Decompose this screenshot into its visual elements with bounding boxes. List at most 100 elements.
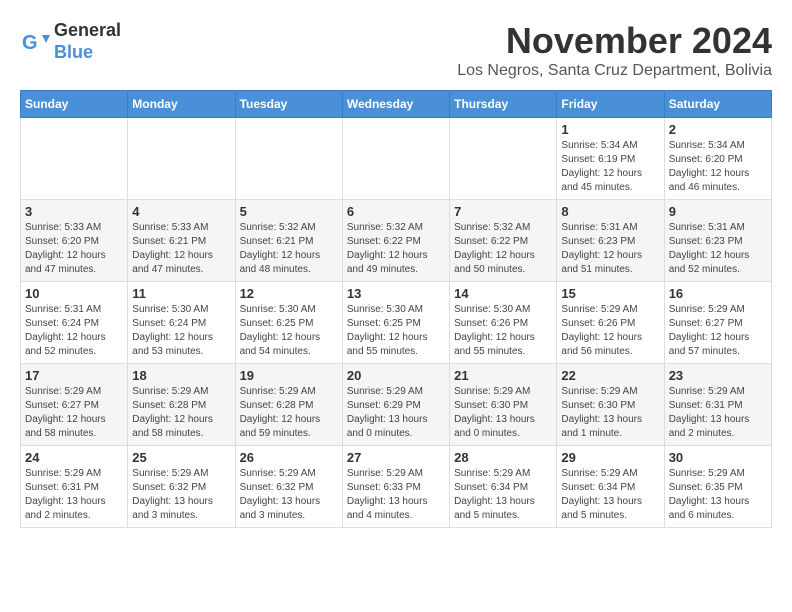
day-number: 25 <box>132 450 230 465</box>
day-number: 17 <box>25 368 123 383</box>
calendar-cell: 13 Sunrise: 5:30 AM Sunset: 6:25 PM Dayli… <box>342 282 449 364</box>
weekday-tuesday: Tuesday <box>235 91 342 118</box>
calendar-cell: 14 Sunrise: 5:30 AM Sunset: 6:26 PM Dayli… <box>450 282 557 364</box>
title-section: November 2024 Los Negros, Santa Cruz Dep… <box>457 20 772 80</box>
day-number: 8 <box>561 204 659 219</box>
calendar-cell: 6Sunrise: 5:32 AM Sunset: 6:22 PM Daylig… <box>342 200 449 282</box>
day-number: 2 <box>669 122 767 137</box>
weekday-sunday: Sunday <box>21 91 128 118</box>
day-number: 16 <box>669 286 767 301</box>
calendar-cell <box>342 118 449 200</box>
calendar-cell: 19Sunrise: 5:29 AM Sunset: 6:28 PM Dayli… <box>235 364 342 446</box>
calendar-cell <box>450 118 557 200</box>
day-info: Sunrise: 5:34 AM Sunset: 6:19 PM Dayligh… <box>561 139 659 195</box>
day-number: 5 <box>240 204 338 219</box>
day-info: Sunrise: 5:33 AM Sunset: 6:21 PM Dayligh… <box>132 221 230 277</box>
day-number: 7 <box>454 204 552 219</box>
calendar-cell: 22Sunrise: 5:29 AM Sunset: 6:30 PM Dayli… <box>557 364 664 446</box>
day-info: Sunrise: 5:31 AM Sunset: 6:24 PM Dayligh… <box>25 303 123 359</box>
day-info: Sunrise: 5:29 AM Sunset: 6:26 PM Dayligh… <box>561 303 659 359</box>
day-number: 20 <box>347 368 445 383</box>
day-info: Sunrise: 5:32 AM Sunset: 6:22 PM Dayligh… <box>454 221 552 277</box>
day-info: Sunrise: 5:29 AM Sunset: 6:34 PM Dayligh… <box>454 467 552 523</box>
calendar-cell: 21 Sunrise: 5:29 AM Sunset: 6:30 PM Dayli… <box>450 364 557 446</box>
calendar-cell: 8 Sunrise: 5:31 AM Sunset: 6:23 PM Daylig… <box>557 200 664 282</box>
calendar-cell: 10 Sunrise: 5:31 AM Sunset: 6:24 PM Dayli… <box>21 282 128 364</box>
calendar-body: 1 Sunrise: 5:34 AM Sunset: 6:19 PM Daylig… <box>21 118 772 528</box>
day-info: Sunrise: 5:29 AM Sunset: 6:31 PM Dayligh… <box>25 467 123 523</box>
calendar-week-1: 3Sunrise: 5:33 AM Sunset: 6:20 PM Daylig… <box>21 200 772 282</box>
day-number: 6 <box>347 204 445 219</box>
calendar-table: SundayMondayTuesdayWednesdayThursdayFrid… <box>20 90 772 528</box>
calendar-cell: 30Sunrise: 5:29 AM Sunset: 6:35 PM Dayli… <box>664 446 771 528</box>
day-info: Sunrise: 5:29 AM Sunset: 6:27 PM Dayligh… <box>669 303 767 359</box>
day-number: 14 <box>454 286 552 301</box>
calendar-cell: 12Sunrise: 5:30 AM Sunset: 6:25 PM Dayli… <box>235 282 342 364</box>
day-info: Sunrise: 5:31 AM Sunset: 6:23 PM Dayligh… <box>561 221 659 277</box>
weekday-monday: Monday <box>128 91 235 118</box>
calendar-cell <box>235 118 342 200</box>
calendar-week-3: 17 Sunrise: 5:29 AM Sunset: 6:27 PM Dayli… <box>21 364 772 446</box>
month-title: November 2024 <box>457 20 772 62</box>
logo-text: General Blue <box>54 20 121 63</box>
day-info: Sunrise: 5:30 AM Sunset: 6:24 PM Dayligh… <box>132 303 230 359</box>
calendar-week-0: 1 Sunrise: 5:34 AM Sunset: 6:19 PM Daylig… <box>21 118 772 200</box>
calendar-cell: 9 Sunrise: 5:31 AM Sunset: 6:23 PM Daylig… <box>664 200 771 282</box>
weekday-saturday: Saturday <box>664 91 771 118</box>
calendar-cell: 7 Sunrise: 5:32 AM Sunset: 6:22 PM Daylig… <box>450 200 557 282</box>
weekday-header-row: SundayMondayTuesdayWednesdayThursdayFrid… <box>21 91 772 118</box>
calendar-cell: 25Sunrise: 5:29 AM Sunset: 6:32 PM Dayli… <box>128 446 235 528</box>
day-info: Sunrise: 5:29 AM Sunset: 6:32 PM Dayligh… <box>240 467 338 523</box>
calendar-cell: 1 Sunrise: 5:34 AM Sunset: 6:19 PM Daylig… <box>557 118 664 200</box>
day-number: 15 <box>561 286 659 301</box>
calendar-cell: 2 Sunrise: 5:34 AM Sunset: 6:20 PM Daylig… <box>664 118 771 200</box>
logo-line2: Blue <box>54 42 93 62</box>
calendar-cell: 23 Sunrise: 5:29 AM Sunset: 6:31 PM Dayli… <box>664 364 771 446</box>
day-info: Sunrise: 5:29 AM Sunset: 6:33 PM Dayligh… <box>347 467 445 523</box>
calendar-cell: 28 Sunrise: 5:29 AM Sunset: 6:34 PM Dayli… <box>450 446 557 528</box>
calendar-cell <box>21 118 128 200</box>
location-title: Los Negros, Santa Cruz Department, Boliv… <box>457 62 772 80</box>
weekday-friday: Friday <box>557 91 664 118</box>
calendar-cell: 27Sunrise: 5:29 AM Sunset: 6:33 PM Dayli… <box>342 446 449 528</box>
day-info: Sunrise: 5:30 AM Sunset: 6:25 PM Dayligh… <box>240 303 338 359</box>
day-number: 1 <box>561 122 659 137</box>
day-info: Sunrise: 5:29 AM Sunset: 6:28 PM Dayligh… <box>132 385 230 441</box>
day-info: Sunrise: 5:30 AM Sunset: 6:25 PM Dayligh… <box>347 303 445 359</box>
day-info: Sunrise: 5:30 AM Sunset: 6:26 PM Dayligh… <box>454 303 552 359</box>
day-number: 11 <box>132 286 230 301</box>
day-number: 30 <box>669 450 767 465</box>
calendar-cell: 5 Sunrise: 5:32 AM Sunset: 6:21 PM Daylig… <box>235 200 342 282</box>
day-info: Sunrise: 5:29 AM Sunset: 6:28 PM Dayligh… <box>240 385 338 441</box>
day-number: 23 <box>669 368 767 383</box>
calendar-week-4: 24Sunrise: 5:29 AM Sunset: 6:31 PM Dayli… <box>21 446 772 528</box>
calendar-cell: 20 Sunrise: 5:29 AM Sunset: 6:29 PM Dayli… <box>342 364 449 446</box>
day-number: 10 <box>25 286 123 301</box>
header: G General Blue November 2024 Los Negros,… <box>20 20 772 80</box>
calendar-cell: 17 Sunrise: 5:29 AM Sunset: 6:27 PM Dayli… <box>21 364 128 446</box>
day-info: Sunrise: 5:31 AM Sunset: 6:23 PM Dayligh… <box>669 221 767 277</box>
day-number: 21 <box>454 368 552 383</box>
calendar-cell <box>128 118 235 200</box>
logo-line1: General <box>54 20 121 40</box>
day-info: Sunrise: 5:29 AM Sunset: 6:30 PM Dayligh… <box>561 385 659 441</box>
day-info: Sunrise: 5:29 AM Sunset: 6:29 PM Dayligh… <box>347 385 445 441</box>
calendar-cell: 18Sunrise: 5:29 AM Sunset: 6:28 PM Dayli… <box>128 364 235 446</box>
day-number: 9 <box>669 204 767 219</box>
calendar-cell: 26Sunrise: 5:29 AM Sunset: 6:32 PM Dayli… <box>235 446 342 528</box>
day-info: Sunrise: 5:32 AM Sunset: 6:21 PM Dayligh… <box>240 221 338 277</box>
day-info: Sunrise: 5:34 AM Sunset: 6:20 PM Dayligh… <box>669 139 767 195</box>
calendar-cell: 24Sunrise: 5:29 AM Sunset: 6:31 PM Dayli… <box>21 446 128 528</box>
day-info: Sunrise: 5:29 AM Sunset: 6:27 PM Dayligh… <box>25 385 123 441</box>
day-number: 13 <box>347 286 445 301</box>
day-info: Sunrise: 5:33 AM Sunset: 6:20 PM Dayligh… <box>25 221 123 277</box>
day-info: Sunrise: 5:29 AM Sunset: 6:30 PM Dayligh… <box>454 385 552 441</box>
day-info: Sunrise: 5:29 AM Sunset: 6:31 PM Dayligh… <box>669 385 767 441</box>
svg-text:G: G <box>22 32 38 54</box>
calendar-cell: 15 Sunrise: 5:29 AM Sunset: 6:26 PM Dayli… <box>557 282 664 364</box>
weekday-wednesday: Wednesday <box>342 91 449 118</box>
calendar-cell: 3Sunrise: 5:33 AM Sunset: 6:20 PM Daylig… <box>21 200 128 282</box>
day-number: 28 <box>454 450 552 465</box>
calendar-week-2: 10 Sunrise: 5:31 AM Sunset: 6:24 PM Dayli… <box>21 282 772 364</box>
day-number: 29 <box>561 450 659 465</box>
